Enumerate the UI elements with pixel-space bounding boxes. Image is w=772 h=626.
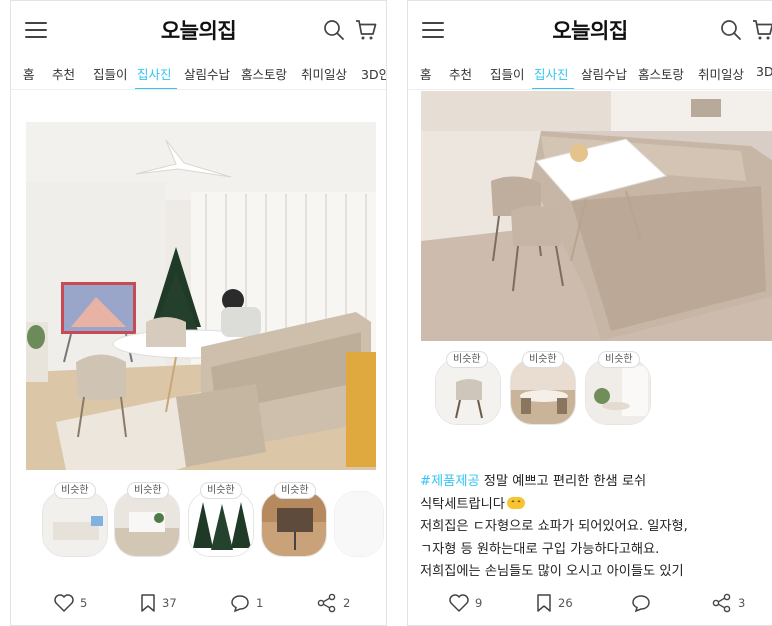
tab-photos[interactable]: 집사진 [137,64,172,83]
caption-text: 정말 예쁘고 편리한 한샘 로쉬 [479,474,647,489]
caption-line: 저희집에는 손님들도 많이 오시고 아이들도 있기 [420,564,684,579]
cart-icon[interactable] [354,18,378,42]
tab-recommend[interactable]: 추천 [52,64,75,83]
tab-housewarming[interactable]: 집들이 [93,64,128,83]
bookmark-button[interactable]: 37 [139,591,177,615]
similar-thumb-image [586,360,650,424]
app-bar: 오늘의집 [408,1,772,56]
tab-home[interactable]: 홈 [420,64,432,83]
active-tab-indicator [532,88,574,89]
share-count: 3 [738,596,746,610]
similar-badge: 비슷한 [274,482,316,499]
share-count: 2 [343,596,351,610]
comment-count: 1 [256,596,264,610]
bookmark-count: 37 [162,596,177,610]
similar-thumb-3[interactable] [188,491,254,557]
heart-icon [449,594,469,612]
similar-thumb-3[interactable] [585,359,651,425]
app-logo: 오늘의집 [552,19,628,43]
similar-thumb-image [335,492,383,556]
share-icon [317,593,336,613]
similar-thumb-image [189,492,253,556]
similar-badge: 비슷한 [598,351,640,368]
comment-button[interactable] [630,591,657,615]
post-action-bar: 5 37 1 2 [11,591,386,621]
like-button[interactable]: 9 [448,591,482,615]
caption-line: 저희집은 ㄷ자형으로 쇼파가 되어있어요. 일자형, [420,519,688,534]
menu-icon[interactable] [25,22,47,38]
smile-emoji-icon [506,496,525,509]
dining-sofa-photo [421,91,772,341]
tab-housewarming[interactable]: 집들이 [490,64,525,83]
tab-home[interactable]: 홈 [23,64,35,83]
similar-badge: 비슷한 [54,482,96,499]
similar-thumb-1[interactable] [42,491,108,557]
post-photo[interactable] [421,91,772,341]
similar-thumb-image [436,360,500,424]
similar-thumb-5[interactable] [334,491,384,557]
tab-homestaurant[interactable]: 홈스토랑 [638,64,684,83]
caption-text: 식탁세트랍니다 [420,496,505,512]
bookmark-count: 26 [558,596,573,610]
app-bar: 오늘의집 [11,1,386,56]
comment-icon [231,595,249,613]
caption-line: ㄱ자형 등 원하는대로 구입 가능하다고해요. [420,541,660,557]
heart-icon [54,594,74,612]
caption-hashtag[interactable]: #제품제공 [420,474,480,489]
tab-3d[interactable]: 3D인 [361,64,386,83]
tab-storage[interactable]: 살림수납 [184,64,230,83]
bookmark-icon [537,594,551,612]
similar-thumb-image [115,492,179,556]
cart-icon[interactable] [751,18,772,42]
caption-line: 식탁세트랍니다 [420,494,760,517]
bookmark-button[interactable]: 26 [535,591,573,615]
similar-badge: 비슷한 [446,351,488,368]
post-caption: #제품제공 정말 예쁘고 편리한 한샘 로쉬 식탁세트랍니다 저희집은 ㄷ자형으… [420,471,760,584]
post-action-bar: 9 26 3 [408,591,772,621]
menu-icon[interactable] [422,22,444,38]
bookmark-icon [141,594,155,612]
like-count: 5 [80,596,88,610]
active-tab-indicator [135,88,177,89]
search-icon[interactable] [720,19,742,41]
tab-photos[interactable]: 집사진 [534,64,569,83]
right-phone-screen: 오늘의집 홈 추천 집들이 집사진 살림수납 홈스토랑 취미일상 3D 비슷한 … [407,0,772,626]
comment-icon [632,595,650,613]
share-button[interactable]: 2 [316,591,350,615]
left-phone-screen: 오늘의집 홈 추천 집들이 집사진 살림수납 홈스토랑 취미일상 3D인 [10,0,387,626]
tab-storage[interactable]: 살림수납 [581,64,627,83]
living-room-photo [26,122,376,470]
post-photo[interactable] [26,122,376,470]
share-button[interactable]: 3 [711,591,745,615]
similar-thumb-2[interactable] [114,491,180,557]
similar-thumb-image [511,360,575,424]
comment-button[interactable]: 1 [229,591,263,615]
tab-hobby[interactable]: 취미일상 [301,64,347,83]
search-icon[interactable] [323,19,345,41]
similar-thumb-4[interactable] [261,491,327,557]
similar-badge: 비슷한 [127,482,169,499]
like-button[interactable]: 5 [53,591,87,615]
similar-thumb-image [43,492,107,556]
tab-3d[interactable]: 3D [756,64,772,79]
category-tabs: 홈 추천 집들이 집사진 살림수납 홈스토랑 취미일상 3D [408,56,772,90]
category-tabs: 홈 추천 집들이 집사진 살림수납 홈스토랑 취미일상 3D인 [11,56,386,90]
tab-homestaurant[interactable]: 홈스토랑 [241,64,287,83]
similar-thumb-1[interactable] [435,359,501,425]
caption-line: #제품제공 정말 예쁘고 편리한 한샘 로쉬 [420,471,760,494]
share-icon [712,593,731,613]
like-count: 9 [475,596,483,610]
tab-recommend[interactable]: 추천 [449,64,472,83]
similar-badge: 비슷한 [522,351,564,368]
tab-hobby[interactable]: 취미일상 [698,64,744,83]
similar-thumb-image [262,492,326,556]
similar-thumb-2[interactable] [510,359,576,425]
similar-badge: 비슷한 [200,482,242,499]
screenshot-canvas: 오늘의집 홈 추천 집들이 집사진 살림수납 홈스토랑 취미일상 3D인 [0,0,772,626]
